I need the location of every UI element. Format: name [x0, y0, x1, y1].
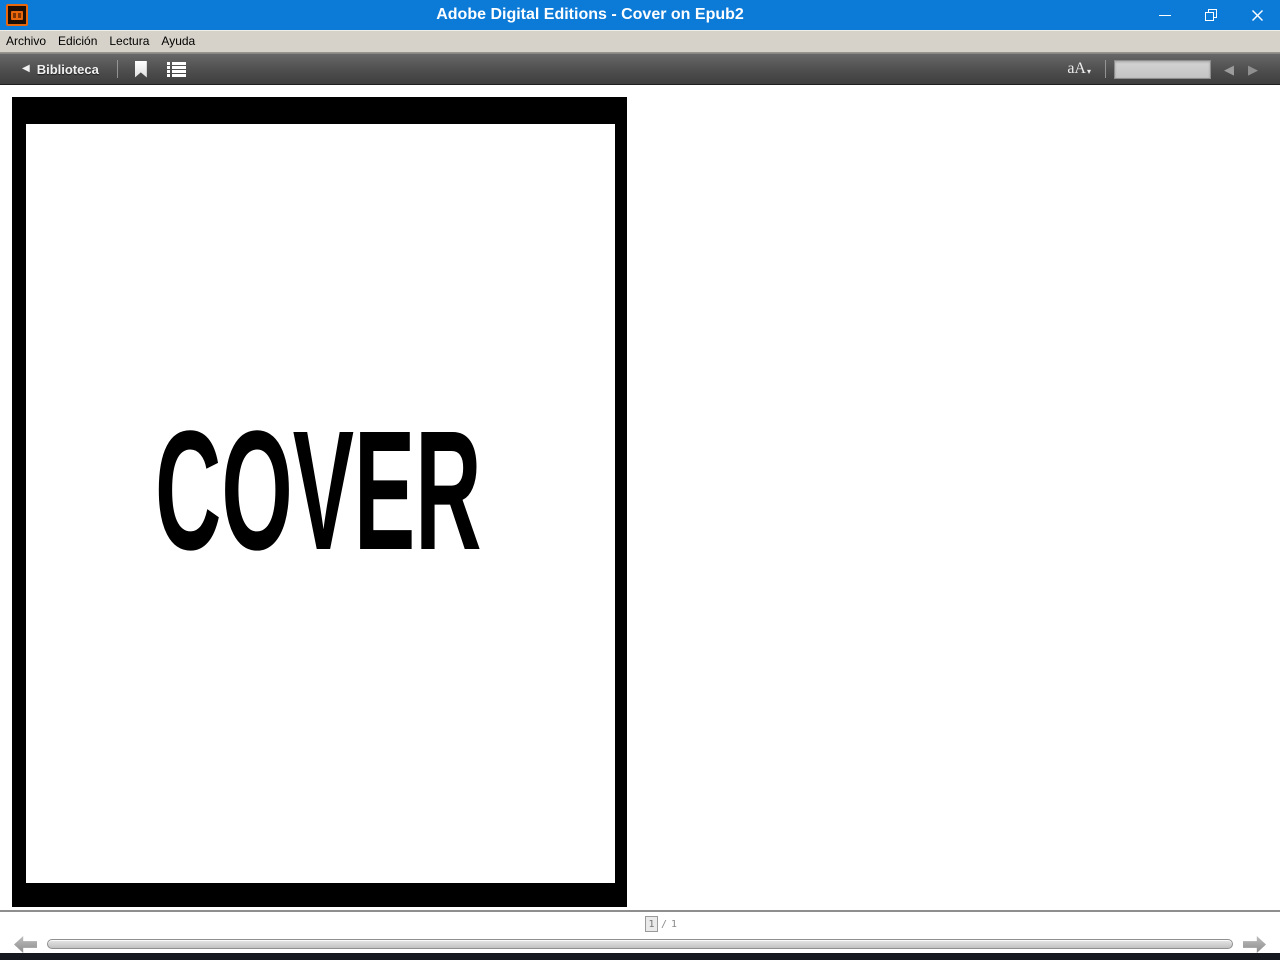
- close-icon: [1251, 9, 1263, 21]
- logo-page-left: [13, 12, 16, 18]
- app-logo-icon: [6, 4, 28, 26]
- page-scrollbar[interactable]: [47, 939, 1233, 949]
- bottom-edge-strip: [0, 953, 1280, 960]
- toc-row: [166, 65, 186, 69]
- current-page-input[interactable]: [645, 916, 658, 932]
- menubar: Archivo Edición Lectura Ayuda: [0, 30, 1280, 53]
- menu-ayuda[interactable]: Ayuda: [155, 31, 201, 52]
- bottom-navigation-bar: / 1: [0, 910, 1280, 960]
- toolbar-separator: [1105, 60, 1106, 78]
- cover-text-row: COVER: [26, 406, 615, 576]
- close-button[interactable]: [1234, 0, 1280, 30]
- total-pages-label: 1: [671, 918, 678, 930]
- minimize-icon: [1159, 14, 1171, 16]
- prev-page-icon[interactable]: ◀: [1224, 63, 1234, 76]
- menu-lectura[interactable]: Lectura: [103, 31, 155, 52]
- book-cover-image: COVER: [12, 97, 627, 907]
- page-forward-arrow-button[interactable]: [1243, 936, 1266, 953]
- toc-row: [166, 69, 186, 73]
- menu-edicion[interactable]: Edición: [52, 31, 103, 52]
- ade-window: Adobe Digital Editions - Cover on Epub2 …: [0, 0, 1280, 960]
- page-separator: /: [661, 918, 668, 930]
- page-indicator: / 1: [645, 916, 677, 932]
- titlebar: Adobe Digital Editions - Cover on Epub2: [0, 0, 1280, 30]
- logo-book-glyph: [11, 10, 23, 20]
- reading-progress-bar[interactable]: [1114, 59, 1211, 79]
- toolbar: ◀ Biblioteca aA ▾ ◀ ▶: [0, 53, 1280, 85]
- bookmark-icon[interactable]: [134, 60, 147, 78]
- cover-title-text: COVER: [155, 396, 482, 586]
- toc-row: [166, 61, 186, 65]
- menu-archivo[interactable]: Archivo: [0, 31, 52, 52]
- minimize-button[interactable]: [1142, 0, 1188, 30]
- chevron-down-icon: ▾: [1086, 67, 1091, 76]
- library-back-button[interactable]: ◀ Biblioteca: [22, 62, 99, 77]
- reading-area: COVER: [0, 85, 1280, 910]
- library-back-label: Biblioteca: [36, 61, 99, 77]
- window-controls: [1142, 0, 1280, 30]
- toolbar-separator: [116, 60, 118, 78]
- page-back-arrow-button[interactable]: [14, 936, 37, 953]
- back-arrow-icon: ◀: [22, 63, 30, 74]
- font-size-icon: aA: [1067, 60, 1086, 77]
- font-size-button[interactable]: aA ▾: [1067, 61, 1091, 77]
- restore-icon: [1205, 9, 1217, 21]
- window-title: Adobe Digital Editions - Cover on Epub2: [436, 6, 744, 23]
- next-page-icon[interactable]: ▶: [1248, 63, 1258, 76]
- logo-page-right: [18, 12, 21, 18]
- restore-button[interactable]: [1188, 0, 1234, 30]
- cover-inner-page: COVER: [26, 124, 615, 883]
- toc-row: [166, 73, 186, 77]
- toolbar-right-group: aA ▾ ◀ ▶: [1067, 59, 1258, 79]
- table-of-contents-icon[interactable]: [166, 61, 186, 77]
